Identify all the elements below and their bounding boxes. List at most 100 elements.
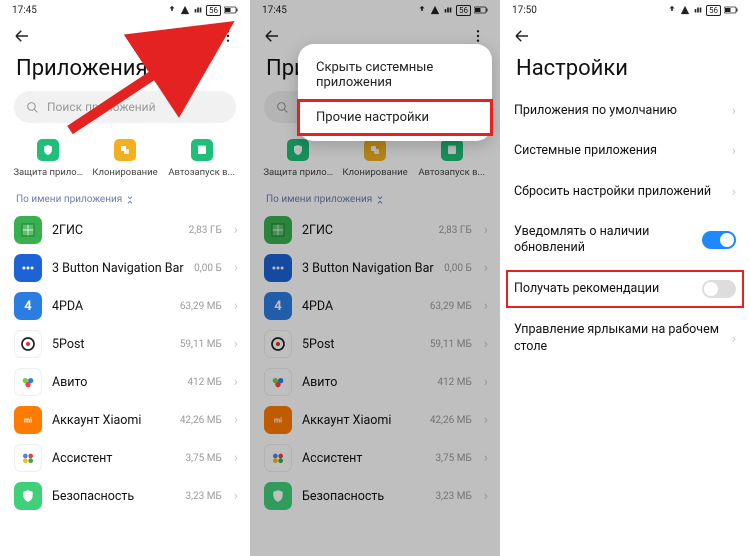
status-bar: 17:45 56: [0, 0, 250, 20]
back-button[interactable]: [508, 22, 536, 50]
chevron-right-icon: ›: [484, 261, 488, 275]
app-row[interactable]: 44PDA63,29 МБ›: [0, 287, 250, 325]
chevron-right-icon: ›: [484, 299, 488, 313]
app-row[interactable]: miАккаунт Xiaomi42,26 МБ›: [250, 401, 500, 439]
more-button[interactable]: [214, 22, 242, 50]
app-icon: [264, 254, 292, 282]
category-protection[interactable]: Защита прило...: [260, 139, 337, 178]
sort-icon: [376, 196, 384, 204]
search-placeholder: Поиск приложений: [47, 100, 156, 114]
app-icon: [14, 216, 42, 244]
chevron-right-icon: ›: [484, 337, 488, 351]
chevron-right-icon: ›: [234, 223, 238, 237]
svg-text:mi: mi: [274, 417, 282, 425]
app-list: 2ГИС2,83 ГБ› 3 Button Navigation Bar0,00…: [0, 211, 250, 515]
category-clone[interactable]: Клонирование: [337, 139, 414, 178]
app-icon: mi: [264, 406, 292, 434]
autostart-icon: [441, 139, 463, 161]
setting-update-notifications[interactable]: Уведомлять о наличии обновлений: [500, 212, 750, 269]
page-title: Настройки: [500, 50, 750, 91]
clone-icon: [114, 139, 136, 161]
chevron-right-icon: ›: [484, 223, 488, 237]
app-icon: [264, 330, 292, 358]
app-row[interactable]: 3 Button Navigation Bar0,00 Б›: [250, 249, 500, 287]
status-icons: 56: [167, 5, 238, 16]
app-icon: [14, 254, 42, 282]
app-icon: [264, 482, 292, 510]
category-autostart[interactable]: Автозапуск в...: [413, 139, 490, 178]
shield-icon: [287, 139, 309, 161]
category-clone[interactable]: Клонирование: [87, 139, 164, 178]
toggle-on[interactable]: [702, 231, 736, 249]
setting-system-apps[interactable]: Системные приложения ›: [500, 131, 750, 171]
app-row[interactable]: Ассистент3,75 МБ›: [0, 439, 250, 477]
chevron-right-icon: ›: [234, 261, 238, 275]
app-row[interactable]: Авито412 МБ›: [0, 363, 250, 401]
page-title: Приложения: [0, 50, 250, 91]
search-icon: [276, 101, 289, 114]
header: [0, 20, 250, 50]
app-row[interactable]: 5Post59,11 МБ›: [250, 325, 500, 363]
app-row[interactable]: 2ГИС2,83 ГБ›: [0, 211, 250, 249]
app-row[interactable]: 3 Button Navigation Bar0,00 Б›: [0, 249, 250, 287]
toggle-off[interactable]: [702, 280, 736, 298]
app-icon: mi: [14, 406, 42, 434]
app-icon: [264, 444, 292, 472]
screen-applications: 17:45 56 Приложения Поиск приложений Защ…: [0, 0, 250, 556]
category-row: Защита прило... Клонирование Автозапуск …: [0, 131, 250, 188]
chevron-right-icon: ›: [234, 413, 238, 427]
setting-default-apps[interactable]: Приложения по умолчанию ›: [500, 91, 750, 131]
sort-icon: [126, 196, 134, 204]
menu-hide-system[interactable]: Скрыть системные приложения: [298, 50, 492, 100]
chevron-right-icon: ›: [234, 375, 238, 389]
sort-dropdown[interactable]: По имени приложения: [0, 188, 250, 211]
app-row[interactable]: 5Post59,11 МБ›: [0, 325, 250, 363]
chevron-right-icon: ›: [234, 337, 238, 351]
app-row[interactable]: Безопасность3,23 МБ›: [0, 477, 250, 515]
svg-text:mi: mi: [24, 417, 32, 425]
clock: 17:50: [512, 5, 537, 16]
app-row[interactable]: miАккаунт Xiaomi42,26 МБ›: [0, 401, 250, 439]
app-row[interactable]: Ассистент3,75 МБ›: [250, 439, 500, 477]
app-row[interactable]: 2ГИС2,83 ГБ›: [250, 211, 500, 249]
chevron-right-icon: ›: [484, 413, 488, 427]
screen-applications-menu: 17:45 56 При Поиск приложений Защита при…: [250, 0, 500, 556]
search-input[interactable]: Поиск приложений: [14, 91, 236, 123]
header: [500, 20, 750, 50]
app-icon: [14, 482, 42, 510]
chevron-right-icon: ›: [484, 489, 488, 503]
app-icon: 4: [14, 292, 42, 320]
chevron-right-icon: ›: [732, 185, 736, 199]
status-bar: 17:45 56: [250, 0, 500, 20]
app-list: 2ГИС2,83 ГБ› 3 Button Navigation Bar0,00…: [250, 211, 500, 515]
status-icons: 56: [667, 5, 738, 16]
overflow-menu: Скрыть системные приложения Прочие настр…: [298, 44, 492, 141]
app-icon: [14, 368, 42, 396]
chevron-right-icon: ›: [732, 144, 736, 158]
category-protection[interactable]: Защита прило...: [10, 139, 87, 178]
category-autostart[interactable]: Автозапуск в...: [163, 139, 240, 178]
search-icon: [26, 101, 39, 114]
back-button[interactable]: [8, 22, 36, 50]
chevron-right-icon: ›: [732, 104, 736, 118]
chevron-right-icon: ›: [234, 299, 238, 313]
shield-icon: [37, 139, 59, 161]
setting-reset-apps[interactable]: Сбросить настройки приложений ›: [500, 172, 750, 212]
status-icons: 56: [417, 5, 488, 16]
app-icon: [14, 330, 42, 358]
back-button[interactable]: [258, 22, 286, 50]
app-icon: [14, 444, 42, 472]
sort-dropdown[interactable]: По имени приложения: [250, 188, 500, 211]
app-row[interactable]: 44PDA63,29 МБ›: [250, 287, 500, 325]
menu-other-settings[interactable]: Прочие настройки: [298, 100, 492, 135]
screen-settings: 17:50 56 Настройки Приложения по умолчан…: [500, 0, 750, 556]
setting-desktop-shortcuts[interactable]: Управление ярлыками на рабочем столе ›: [500, 310, 750, 367]
chevron-right-icon: ›: [234, 489, 238, 503]
setting-recommendations[interactable]: Получать рекомендации: [504, 268, 746, 310]
clone-icon: [364, 139, 386, 161]
chevron-right-icon: ›: [484, 451, 488, 465]
app-icon: [264, 216, 292, 244]
app-row[interactable]: Авито412 МБ›: [250, 363, 500, 401]
app-row[interactable]: Безопасность3,23 МБ›: [250, 477, 500, 515]
clock: 17:45: [262, 5, 287, 16]
